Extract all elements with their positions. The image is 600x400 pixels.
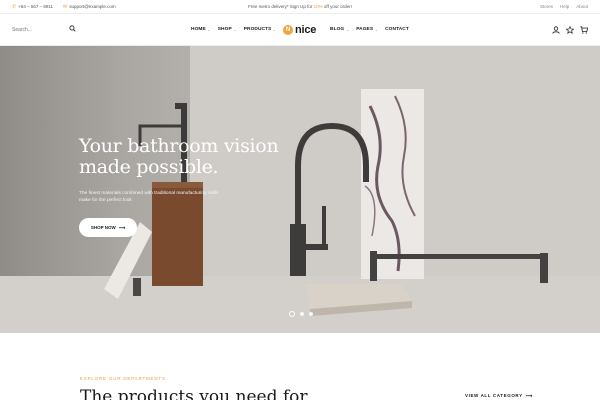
search-icon[interactable] xyxy=(69,25,76,34)
promo-text-before: Free metro delivery* Sign Up for xyxy=(248,4,314,9)
contact-info: ✆ +84 – 567 – 8911 ✉ support@example.com xyxy=(12,4,116,10)
phone-number[interactable]: +84 – 567 – 8911 xyxy=(18,4,53,9)
logo-text: nice xyxy=(295,24,317,36)
link-about[interactable]: About xyxy=(576,4,588,9)
nav-pages-label: PAGES xyxy=(356,27,374,32)
star-icon[interactable] xyxy=(566,25,574,34)
view-all-label: VIEW ALL CATEGORY xyxy=(465,393,523,398)
shop-now-label: SHOP NOW xyxy=(90,225,116,230)
slider-dot-2[interactable] xyxy=(300,312,304,316)
phone-icon: ✆ xyxy=(12,3,17,10)
nav-home[interactable]: HOME ⌄ xyxy=(191,27,211,32)
section-eyebrow: EXPLORE OUR DEPARTMENTS xyxy=(80,376,166,381)
section-title: The products you need for xyxy=(80,387,308,400)
arrow-right-icon: ⟶ xyxy=(118,224,126,230)
nav-left: HOME ⌄ SHOP ⌄ PRODUCTS ⌄ xyxy=(191,14,276,45)
slider-dot-3[interactable] xyxy=(309,312,313,316)
nav-blog[interactable]: BLOG ⌄ xyxy=(330,27,349,32)
arrow-right-icon: ⟶ xyxy=(525,393,533,398)
search-input[interactable] xyxy=(12,26,60,33)
nav-contact-label: CONTACT xyxy=(385,27,409,32)
hero-banner: Your bathroom vision made possible. The … xyxy=(0,46,600,333)
hero-content: Your bathroom vision made possible. The … xyxy=(79,136,279,237)
user-icon[interactable] xyxy=(552,25,560,34)
shop-now-button[interactable]: SHOP NOW ⟶ xyxy=(79,218,137,237)
cart-icon[interactable] xyxy=(580,25,588,34)
nav-shop[interactable]: SHOP ⌄ xyxy=(218,27,237,32)
chevron-down-icon: ⌄ xyxy=(233,27,237,32)
email-contact[interactable]: ✉ support@example.com xyxy=(63,4,116,10)
nav-contact[interactable]: CONTACT xyxy=(385,27,409,32)
link-help[interactable]: Help xyxy=(560,4,569,9)
phone-contact[interactable]: ✆ +84 – 567 – 8911 xyxy=(12,4,53,10)
nav-blog-label: BLOG xyxy=(330,27,345,32)
nav-shop-label: SHOP xyxy=(217,27,232,32)
nav-products[interactable]: PRODUCTS ⌄ xyxy=(244,27,277,32)
view-all-link[interactable]: VIEW ALL CATEGORY ⟶ xyxy=(465,393,533,399)
nav-home-label: HOME xyxy=(191,27,206,32)
promo-highlight: 10% xyxy=(313,4,323,9)
link-stores[interactable]: Stores xyxy=(540,4,553,9)
promo-text-after: off your order! xyxy=(322,4,352,9)
main-header: HOME⌄ SHOP⌄ PRODUCTS⌄ N nice BLOG⌄ PAGES… xyxy=(0,13,600,46)
logo-mark: N xyxy=(283,25,293,35)
top-bar: ✆ +84 – 567 – 8911 ✉ support@example.com… xyxy=(0,0,600,13)
nav-right: BLOG ⌄ PAGES ⌄ CONTACT xyxy=(330,14,409,45)
utility-links: Stores Help About xyxy=(540,4,588,9)
nav-products-label: PRODUCTS xyxy=(243,27,272,32)
header-icons xyxy=(552,25,588,34)
slider-dots xyxy=(289,311,313,317)
email-address[interactable]: support@example.com xyxy=(69,4,115,9)
site-logo[interactable]: N nice xyxy=(283,20,316,40)
chevron-down-icon: ⌄ xyxy=(272,27,277,32)
slider-dot-1[interactable] xyxy=(289,311,295,317)
mail-icon: ✉ xyxy=(63,3,68,10)
hero-subtitle: The finest materials combined with tradi… xyxy=(79,191,219,203)
chevron-down-icon: ⌄ xyxy=(207,27,211,32)
departments-section: EXPLORE OUR DEPARTMENTS The products you… xyxy=(0,333,600,400)
hero-title: Your bathroom vision made possible. xyxy=(79,135,279,178)
chevron-down-icon: ⌄ xyxy=(374,27,379,32)
search-box xyxy=(12,24,76,36)
chevron-down-icon: ⌄ xyxy=(345,27,350,32)
nav-pages[interactable]: PAGES ⌄ xyxy=(356,27,378,32)
